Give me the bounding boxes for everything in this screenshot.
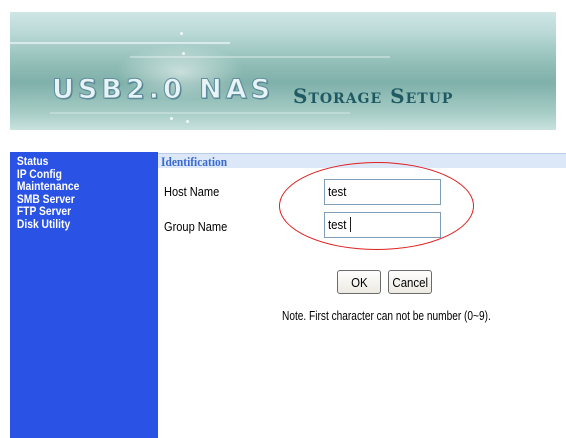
sidebar-item-disk-utility[interactable]: Disk Utility [10,218,137,231]
ok-button-label: OK [350,274,368,290]
section-title: Identification [161,154,228,169]
cancel-button-label: Cancel [392,274,428,290]
host-name-input[interactable]: test [324,179,441,205]
group-name-label: Group Name [164,219,228,234]
banner-decoration [180,32,183,35]
group-name-value: test [328,217,347,232]
banner-decoration [182,52,185,55]
host-name-value: test [328,184,347,199]
cancel-button[interactable]: Cancel [388,270,432,294]
section-header-identification: Identification [158,153,566,169]
product-title: USB2.0 NAS [51,74,275,106]
banner-decoration [50,112,350,114]
page-title: Storage Setup [293,84,454,108]
ok-button[interactable]: OK [337,270,381,294]
banner-decoration [10,42,230,44]
group-name-input[interactable]: test [324,212,441,238]
banner-decoration [170,117,173,120]
banner-decoration [130,56,390,58]
banner-decoration [186,120,189,123]
text-cursor [349,217,351,232]
note-text: Note. First character can not be number … [282,308,491,323]
host-name-label: Host Name [164,184,220,199]
sidebar-nav: Status IP Config Maintenance SMB Server … [10,152,158,438]
header-banner: USB2.0 NAS Storage Setup [10,12,556,130]
